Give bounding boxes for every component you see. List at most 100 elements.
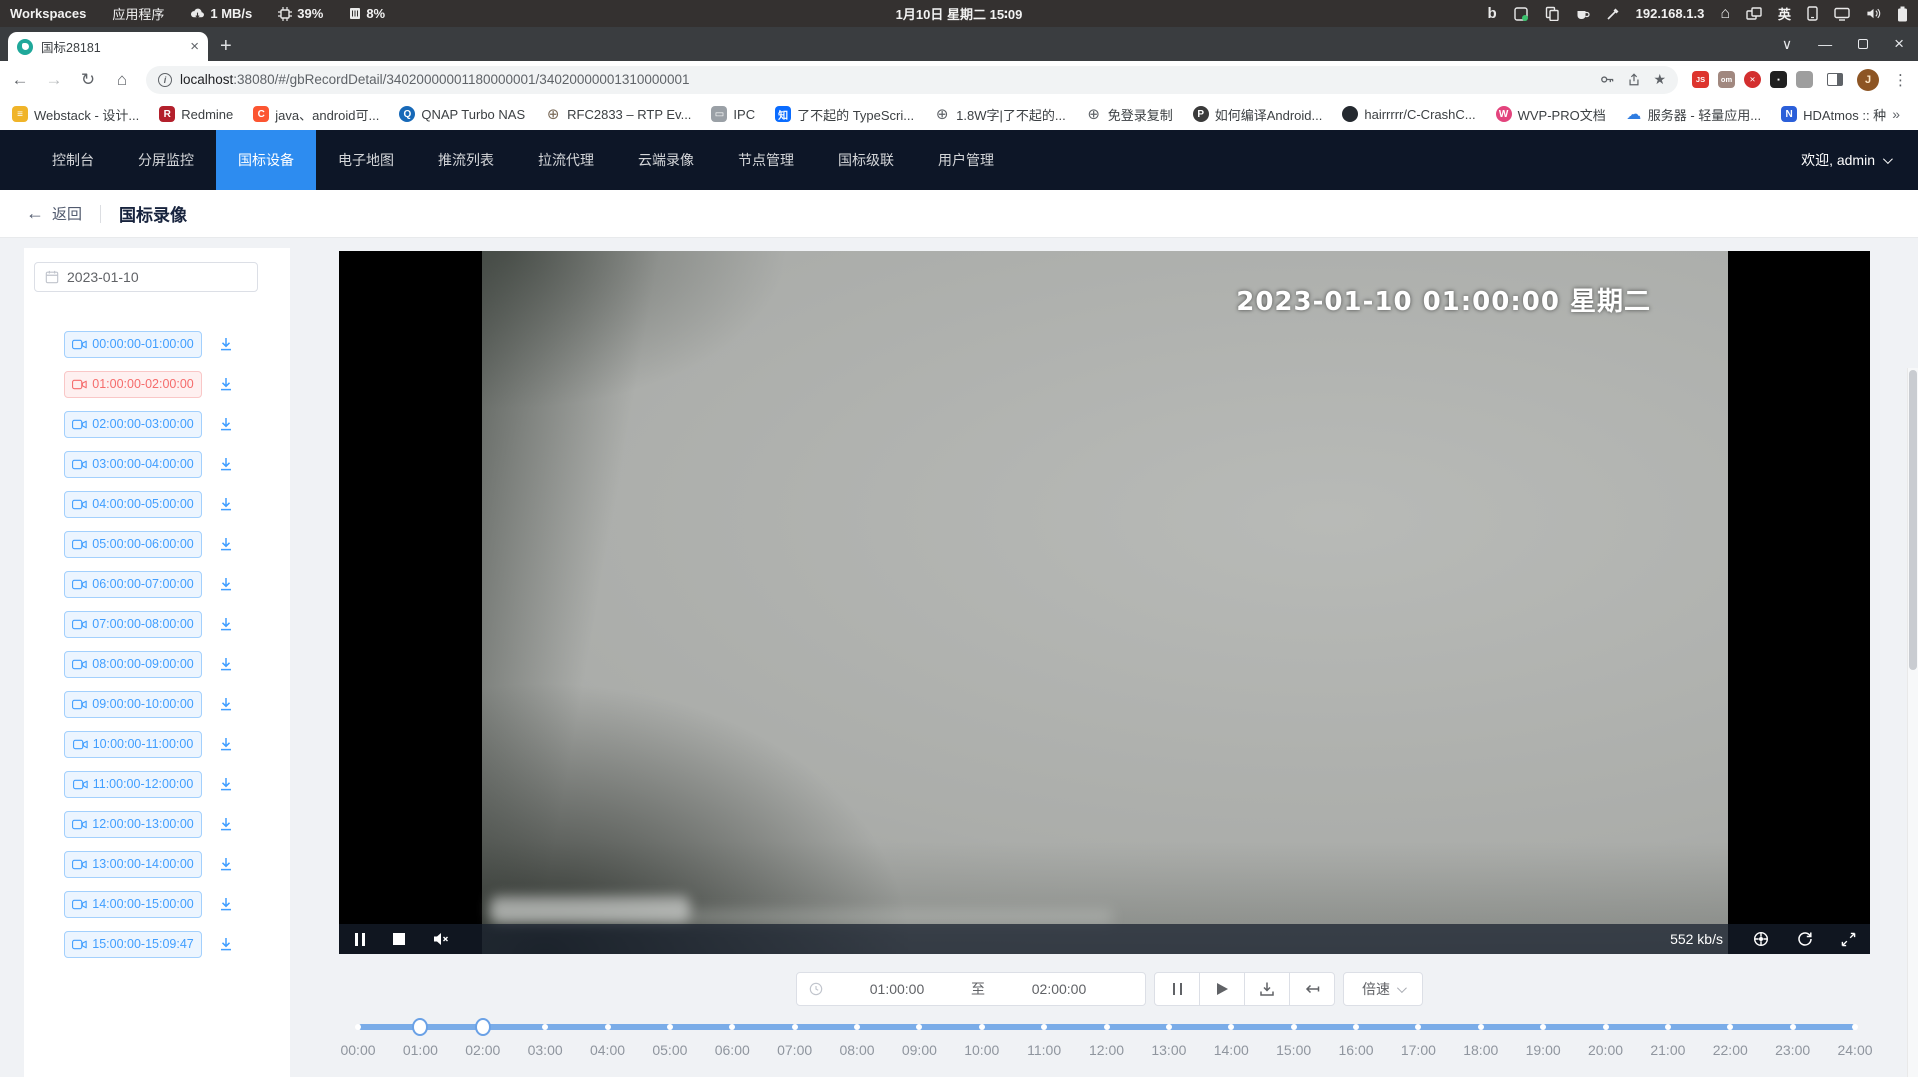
js-extension-icon[interactable]: JS: [1692, 71, 1709, 88]
puzzle-extension-icon[interactable]: [1796, 71, 1813, 88]
pause-playback-button[interactable]: [1154, 972, 1200, 1006]
record-segment-button[interactable]: 05:00:00-06:00:00: [64, 531, 202, 558]
color-picker-tray-icon[interactable]: [1606, 7, 1620, 21]
window-maximize-button[interactable]: [1858, 39, 1868, 49]
bookmark-item[interactable]: ⊕1.8W字|了不起的...: [934, 105, 1066, 124]
download-record-button[interactable]: [218, 336, 234, 352]
record-segment-button[interactable]: 09:00:00-10:00:00: [64, 691, 202, 718]
record-segment-button[interactable]: 02:00:00-03:00:00: [64, 411, 202, 438]
bookmark-item[interactable]: ⊕免登录复制: [1086, 105, 1173, 124]
download-record-button[interactable]: [218, 456, 234, 472]
ip-address-indicator[interactable]: 192.168.1.3: [1636, 6, 1705, 21]
bookmark-star-icon[interactable]: ★: [1653, 71, 1666, 88]
bookmark-item[interactable]: ≡Webstack - 设计...: [12, 105, 139, 124]
download-button[interactable]: [1244, 972, 1290, 1006]
forward-button[interactable]: →: [44, 70, 64, 90]
timeline-handle[interactable]: [475, 1018, 491, 1036]
pause-button[interactable]: [355, 933, 365, 946]
window-minimize-button[interactable]: —: [1818, 36, 1832, 52]
nav-item-1[interactable]: 控制台: [30, 130, 116, 190]
bookmark-item[interactable]: NHDAtmos :: 种子 *...: [1781, 105, 1886, 124]
record-segment-button[interactable]: 12:00:00-13:00:00: [64, 811, 202, 838]
fullscreen-button[interactable]: [1841, 932, 1856, 947]
nav-item-2[interactable]: 分屏监控: [116, 130, 216, 190]
end-time-input[interactable]: 02:00:00: [985, 981, 1133, 997]
home-tray-icon[interactable]: ⌂: [1720, 5, 1730, 23]
bookmark-item[interactable]: WWVP-PRO文档: [1496, 105, 1606, 124]
snapshot-button[interactable]: [1753, 931, 1769, 947]
bookmark-item[interactable]: ▭IPC: [711, 106, 755, 122]
volume-tray-icon[interactable]: [1866, 7, 1881, 20]
input-method-indicator[interactable]: 英: [1778, 4, 1791, 23]
user-menu[interactable]: 欢迎, admin: [1801, 130, 1918, 190]
applications-button[interactable]: 应用程序: [112, 4, 164, 23]
record-segment-button[interactable]: 14:00:00-15:00:00: [64, 891, 202, 918]
bookmark-item[interactable]: ☁服务器 - 轻量应用...: [1626, 105, 1761, 124]
record-segment-button[interactable]: 00:00:00-01:00:00: [64, 331, 202, 358]
clipboard-tray-icon[interactable]: [1545, 6, 1559, 21]
refresh-button[interactable]: [1797, 931, 1813, 947]
record-segment-button[interactable]: 06:00:00-07:00:00: [64, 571, 202, 598]
start-time-input[interactable]: 01:00:00: [823, 981, 971, 997]
address-bar[interactable]: i localhost:38080/#/gbRecordDetail/34020…: [146, 66, 1678, 94]
nav-item-6[interactable]: 拉流代理: [516, 130, 616, 190]
home-button[interactable]: ⌂: [112, 70, 132, 90]
record-segment-button[interactable]: 03:00:00-04:00:00: [64, 451, 202, 478]
download-record-button[interactable]: [218, 816, 234, 832]
back-link[interactable]: 返回: [52, 203, 82, 224]
download-record-button[interactable]: [218, 936, 234, 952]
side-panel-icon[interactable]: [1827, 73, 1843, 86]
bing-tray-icon[interactable]: b: [1487, 5, 1496, 22]
browser-menu-icon[interactable]: ⋮: [1893, 71, 1908, 89]
nav-item-3[interactable]: 国标设备: [216, 130, 316, 190]
bookmark-item[interactable]: Cjava、android可...: [253, 105, 379, 124]
download-record-button[interactable]: [218, 496, 234, 512]
record-segment-button[interactable]: 01:00:00-02:00:00: [64, 371, 202, 398]
red-circle-extension-icon[interactable]: ✕: [1744, 71, 1761, 88]
window-close-button[interactable]: ×: [1894, 34, 1904, 54]
download-record-button[interactable]: [218, 536, 234, 552]
reload-button[interactable]: ↻: [78, 70, 98, 90]
download-record-button[interactable]: [218, 416, 234, 432]
workspaces-button[interactable]: Workspaces: [10, 6, 86, 21]
download-record-button[interactable]: [218, 696, 234, 712]
download-record-button[interactable]: [218, 376, 234, 392]
nav-item-9[interactable]: 国标级联: [816, 130, 916, 190]
speed-dropdown[interactable]: 倍速: [1343, 972, 1423, 1006]
bookmark-item[interactable]: RRedmine: [159, 106, 233, 122]
record-segment-button[interactable]: 15:00:00-15:09:47: [64, 931, 202, 958]
download-record-button[interactable]: [218, 896, 234, 912]
record-segment-button[interactable]: 13:00:00-14:00:00: [64, 851, 202, 878]
back-arrow-icon[interactable]: ←: [26, 203, 44, 224]
date-picker-input[interactable]: 2023-01-10: [34, 262, 258, 292]
download-record-button[interactable]: [218, 776, 234, 792]
mute-button[interactable]: [433, 932, 450, 946]
download-record-button[interactable]: [218, 856, 234, 872]
coffee-cup-tray-icon[interactable]: [1575, 7, 1590, 21]
timeline-handle[interactable]: [412, 1018, 428, 1036]
bookmark-item[interactable]: P如何编译Android...: [1193, 105, 1323, 124]
time-range-picker[interactable]: 01:00:00 至 02:00:00: [796, 972, 1146, 1006]
clock-menu[interactable]: 1月10日 星期二 15∶09: [896, 4, 1023, 23]
download-record-button[interactable]: [218, 656, 234, 672]
share-icon[interactable]: [1627, 72, 1641, 87]
nav-item-8[interactable]: 节点管理: [716, 130, 816, 190]
nav-item-5[interactable]: 推流列表: [416, 130, 516, 190]
tab-search-chevron-icon[interactable]: ∨: [1782, 36, 1792, 53]
bookmarks-overflow-button[interactable]: »: [1886, 106, 1906, 122]
display-tray-icon[interactable]: [1834, 7, 1850, 21]
record-segment-button[interactable]: 07:00:00-08:00:00: [64, 611, 202, 638]
bookmark-item[interactable]: QQNAP Turbo NAS: [399, 106, 525, 122]
workspaces-tray-icon[interactable]: [1746, 7, 1762, 21]
download-record-button[interactable]: [218, 576, 234, 592]
scrollbar-thumb[interactable]: [1909, 370, 1917, 670]
record-segment-button[interactable]: 08:00:00-09:00:00: [64, 651, 202, 678]
timeline-track[interactable]: [358, 1024, 1855, 1030]
record-segment-button[interactable]: 04:00:00-05:00:00: [64, 491, 202, 518]
passwords-key-icon[interactable]: [1600, 72, 1615, 87]
new-tab-button[interactable]: +: [220, 32, 232, 61]
nav-item-4[interactable]: 电子地图: [316, 130, 416, 190]
record-segment-button[interactable]: 11:00:00-12:00:00: [64, 771, 202, 798]
bookmark-item[interactable]: hairrrrr/C-CrashC...: [1342, 106, 1475, 122]
download-record-button[interactable]: [218, 616, 234, 632]
